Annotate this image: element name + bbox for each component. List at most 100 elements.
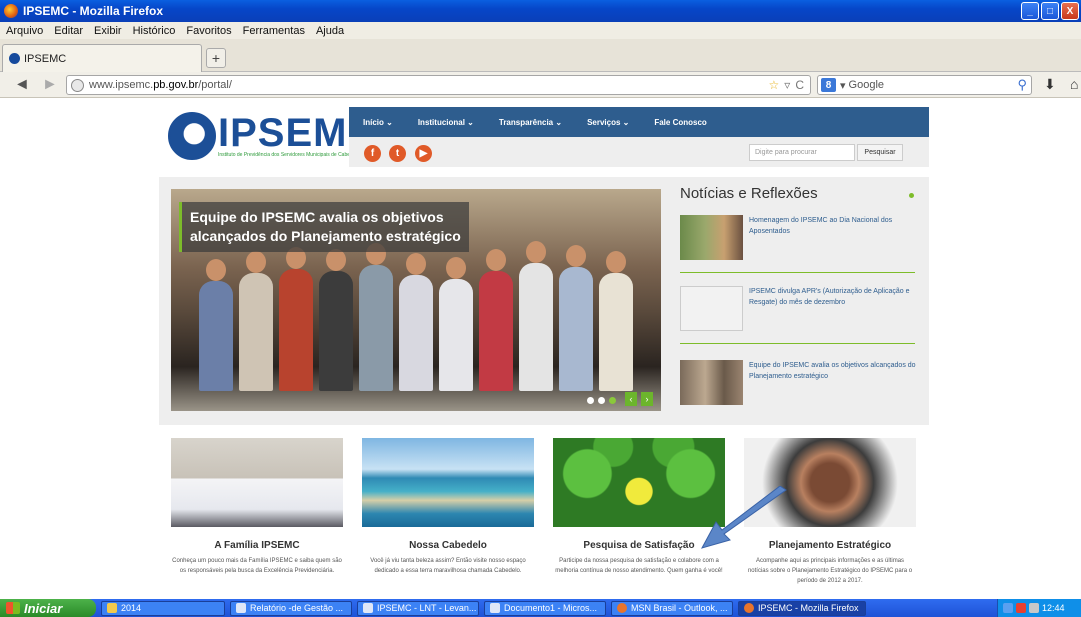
twitter-icon[interactable]: t	[389, 145, 406, 162]
site-identity-icon[interactable]	[71, 78, 84, 92]
slide-caption[interactable]: Equipe do IPSEMC avalia os objetivos alc…	[179, 202, 469, 252]
news-link[interactable]: IPSEMC divulga APR's (Autorização de Apl…	[749, 286, 917, 308]
maximize-button[interactable]: □	[1041, 2, 1059, 20]
slide-prev-icon[interactable]: ‹	[625, 392, 637, 406]
url-path: /portal/	[198, 79, 232, 91]
slide-dot[interactable]	[598, 397, 605, 404]
system-tray: 12:44	[997, 599, 1081, 617]
taskbar-item-active[interactable]: IPSEMC - Mozilla Firefox	[738, 600, 866, 616]
card-description: Acompanhe aqui as principais informações…	[747, 558, 913, 584]
news-bullet-icon	[909, 193, 914, 198]
url-prefix: www.ipsemc.	[89, 79, 154, 91]
taskbar-item[interactable]: Documento1 - Micros...	[484, 600, 606, 616]
nav-transparencia[interactable]: Transparência ⌄	[499, 118, 562, 127]
menu-favoritos[interactable]: Favoritos	[186, 25, 231, 37]
slide-dot[interactable]	[587, 397, 594, 404]
news-link[interactable]: Homenagem do IPSEMC ao Dia Nacional dos …	[749, 215, 917, 237]
news-item[interactable]: IPSEMC divulga APR's (Autorização de Apl…	[680, 286, 916, 346]
slide-dot-active[interactable]	[609, 397, 616, 404]
news-divider	[680, 343, 915, 344]
card-familia[interactable]: A Família IPSEMC Conheça um pouco mais d…	[171, 438, 343, 576]
windows-logo-icon	[6, 602, 20, 614]
card-image[interactable]	[362, 438, 534, 527]
window-titlebar: IPSEMC - Mozilla Firefox _ □ X	[0, 0, 1081, 22]
menu-historico[interactable]: Histórico	[133, 25, 176, 37]
taskbar-item[interactable]: 2014	[101, 600, 225, 616]
reload-icon[interactable]: C	[795, 78, 804, 92]
taskbar-item-label: 2014	[121, 603, 142, 613]
nav-servicos[interactable]: Serviços ⌄	[587, 118, 629, 127]
slide-indicators	[587, 397, 616, 404]
ipsemc-logo-icon[interactable]	[168, 112, 216, 160]
close-button[interactable]: X	[1061, 2, 1079, 20]
network-icon[interactable]	[1003, 603, 1013, 613]
news-item[interactable]: Homenagem do IPSEMC ao Dia Nacional dos …	[680, 215, 916, 275]
taskbar-item-label: MSN Brasil - Outlook, ...	[631, 603, 728, 613]
tab-strip: IPSEMC +	[0, 39, 1081, 72]
nav-fale-conosco[interactable]: Fale Conosco	[654, 118, 706, 127]
news-link[interactable]: Equipe do IPSEMC avalia os objetivos alc…	[749, 360, 917, 382]
folder-icon	[107, 603, 117, 613]
forward-arrow-icon[interactable]: ►	[42, 76, 58, 94]
card-description: Participe da nossa pesquisa de satisfaçã…	[555, 558, 723, 574]
nav-institucional[interactable]: Institucional ⌄	[418, 118, 474, 127]
news-thumbnail[interactable]	[680, 215, 743, 260]
card-title[interactable]: A Família IPSEMC	[171, 540, 343, 551]
page-viewport: IPSEMC Instituto de Previdência dos Serv…	[0, 98, 1081, 599]
news-thumbnail[interactable]	[680, 360, 743, 405]
new-tab-button[interactable]: +	[206, 48, 226, 68]
card-description: Você já viu tanta beleza assim? Então vi…	[370, 558, 526, 574]
news-item[interactable]: Equipe do IPSEMC avalia os objetivos alc…	[680, 360, 916, 420]
download-icon[interactable]: ⬇	[1044, 76, 1056, 93]
search-placeholder: Google	[848, 79, 885, 91]
card-image[interactable]	[171, 438, 343, 527]
search-engine-icon[interactable]: 8	[821, 78, 836, 92]
clock[interactable]: 12:44	[1042, 603, 1065, 613]
home-icon[interactable]: ⌂	[1070, 76, 1078, 92]
taskbar-item[interactable]: Relatório -de Gestão ...	[230, 600, 352, 616]
slide-next-icon[interactable]: ›	[641, 392, 653, 406]
menu-ajuda[interactable]: Ajuda	[316, 25, 344, 37]
security-alert-icon[interactable]	[1016, 603, 1026, 613]
card-description: Conheça um pouco mais da Família IPSEMC …	[172, 558, 342, 574]
word-document-icon	[363, 603, 373, 613]
url-bar[interactable]: www.ipsemc. pb.gov.br/portal/ ☆ ▿ C	[66, 75, 811, 95]
menu-exibir[interactable]: Exibir	[94, 25, 122, 37]
facebook-icon[interactable]: f	[364, 145, 381, 162]
tab-label: IPSEMC	[24, 52, 67, 65]
volume-icon[interactable]	[1029, 603, 1039, 613]
slideshow[interactable]: Equipe do IPSEMC avalia os objetivos alc…	[171, 189, 661, 411]
firefox-icon	[617, 603, 627, 613]
minimize-button[interactable]: _	[1021, 2, 1039, 20]
card-title[interactable]: Nossa Cabedelo	[362, 540, 534, 551]
search-magnifier-icon[interactable]: ⚲	[1017, 77, 1027, 93]
site-nav: Início ⌄ Institucional ⌄ Transparência ⌄…	[349, 107, 929, 137]
dropdown-arrow-icon[interactable]: ▿	[784, 78, 790, 92]
youtube-icon[interactable]: ▶	[415, 145, 432, 162]
card-cabedelo[interactable]: Nossa Cabedelo Você já viu tanta beleza …	[362, 438, 534, 576]
search-engine-dropdown-icon[interactable]: ▾	[840, 79, 846, 92]
taskbar-item[interactable]: IPSEMC - LNT - Levan...	[357, 600, 479, 616]
tab-ipsemc[interactable]: IPSEMC	[2, 44, 202, 72]
bookmark-star-icon[interactable]: ☆	[769, 78, 780, 92]
nav-inicio[interactable]: Início ⌄	[363, 118, 393, 127]
start-button[interactable]: Iniciar	[0, 599, 96, 617]
url-domain: pb.gov.br	[153, 79, 199, 91]
site-logo-subtitle: Instituto de Previdência dos Servidores …	[218, 152, 360, 158]
back-arrow-icon[interactable]: ◄	[14, 76, 30, 94]
site-favicon-icon	[9, 53, 20, 64]
windows-taskbar: Iniciar 2014 Relatório -de Gestão ... IP…	[0, 599, 1081, 617]
menu-editar[interactable]: Editar	[54, 25, 83, 37]
featured-panel: Equipe do IPSEMC avalia os objetivos alc…	[159, 177, 929, 425]
news-thumbnail[interactable]	[680, 286, 743, 331]
search-bar[interactable]: 8 ▾ Google ⚲	[817, 75, 1032, 95]
taskbar-item-label: Relatório -de Gestão ...	[250, 603, 344, 613]
site-search-input[interactable]: Digite para procurar	[749, 144, 855, 161]
menu-ferramentas[interactable]: Ferramentas	[243, 25, 305, 37]
taskbar-item[interactable]: MSN Brasil - Outlook, ...	[611, 600, 733, 616]
menu-arquivo[interactable]: Arquivo	[6, 25, 43, 37]
annotation-arrow-icon	[700, 486, 787, 549]
firefox-logo-icon	[4, 4, 18, 18]
word-document-icon	[236, 603, 246, 613]
site-search-button[interactable]: Pesquisar	[857, 144, 903, 161]
